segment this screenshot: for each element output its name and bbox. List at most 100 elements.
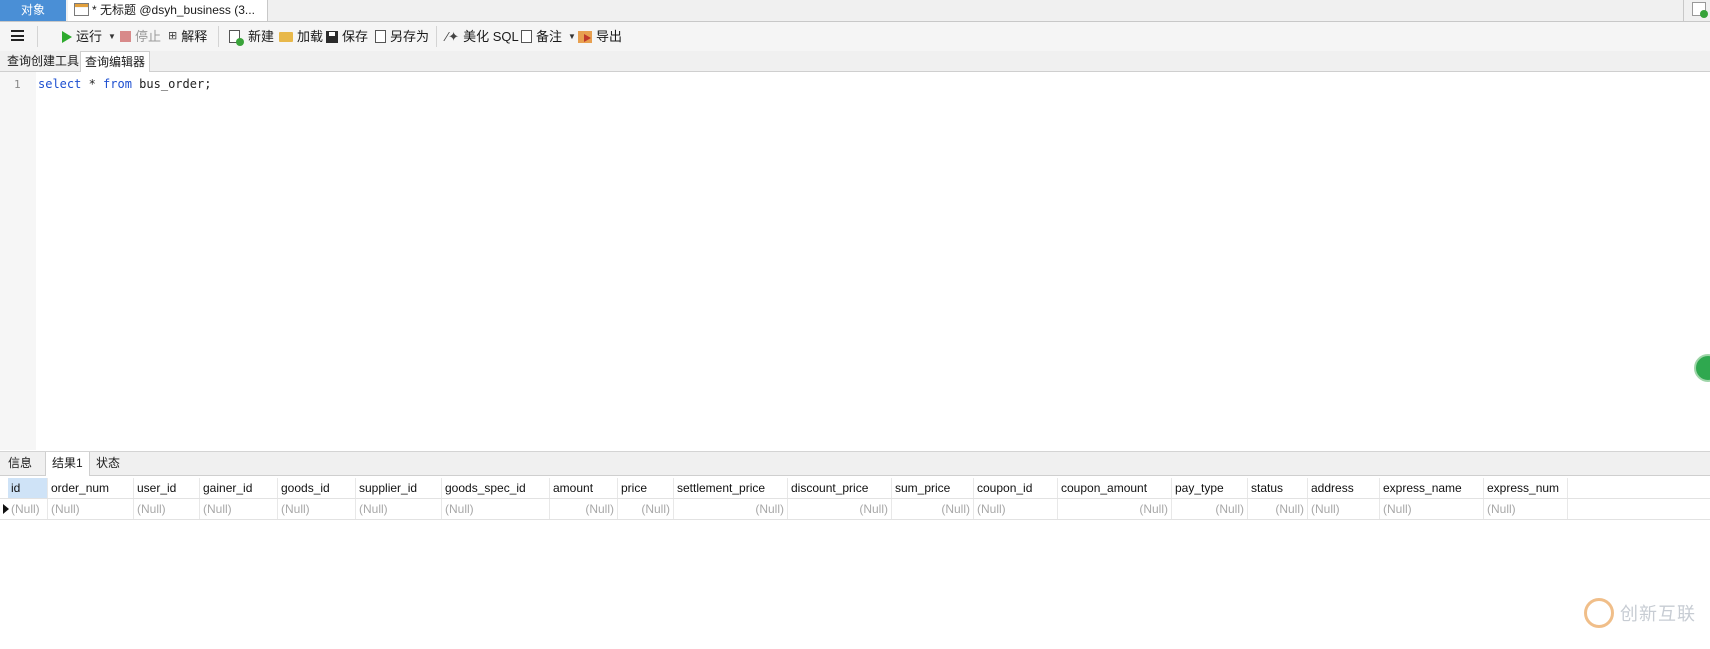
load-label: 加载	[297, 29, 324, 44]
stop-button[interactable]: 停止	[120, 22, 161, 51]
code-table-name: bus_order;	[131, 77, 212, 91]
tab-objects[interactable]: 对象	[0, 0, 66, 21]
column-header-status[interactable]: status	[1248, 478, 1308, 498]
column-header-id[interactable]: id	[8, 478, 48, 498]
cell-coupon-amount[interactable]: (Null)	[1058, 499, 1172, 519]
cell-express-name[interactable]: (Null)	[1380, 499, 1484, 519]
column-header-user-id[interactable]: user_id	[134, 478, 200, 498]
column-header-express-num[interactable]: express_num	[1484, 478, 1568, 498]
comment-icon	[521, 30, 532, 43]
sql-code-line[interactable]: select * from bus_order;	[38, 77, 211, 91]
export-label: 导出	[596, 29, 623, 44]
cell-status[interactable]: (Null)	[1248, 499, 1308, 519]
explain-label: 解释	[181, 29, 208, 44]
watermark-logo-icon	[1584, 598, 1614, 628]
keyword-from: from	[103, 77, 132, 91]
explain-icon: ⊞	[168, 30, 178, 42]
toolbar-separator	[436, 26, 437, 47]
line-number: 1	[14, 78, 21, 91]
stop-label: 停止	[135, 29, 162, 44]
tab-result1[interactable]: 结果1	[45, 452, 90, 476]
save-label: 保存	[342, 29, 369, 44]
sql-editor[interactable]: 1 select * from bus_order;	[0, 72, 1710, 450]
toolbar-separator	[218, 26, 219, 47]
column-header-amount[interactable]: amount	[550, 478, 618, 498]
column-header-goods-id[interactable]: goods_id	[278, 478, 356, 498]
comment-dropdown-caret-icon[interactable]: ▼	[568, 22, 576, 51]
column-header-pay-type[interactable]: pay_type	[1172, 478, 1248, 498]
cell-price[interactable]: (Null)	[618, 499, 674, 519]
load-button[interactable]: 加载	[279, 22, 323, 51]
tab-info[interactable]: 信息	[2, 452, 38, 475]
beautify-sql-label: 美化 SQL	[463, 29, 519, 44]
beautify-sql-button[interactable]: ⁄✦ 美化 SQL	[446, 22, 519, 51]
cell-order-num[interactable]: (Null)	[48, 499, 134, 519]
watermark-text: 创新互联	[1620, 604, 1696, 624]
toolbar: 运行 ▼ 停止 ⊞ 解释 新建 加载 保存 另存为 ⁄✦ 美化 SQL 备注 ▼…	[0, 22, 1710, 51]
new-button[interactable]: 新建	[229, 22, 274, 51]
save-as-button[interactable]: 另存为	[375, 22, 429, 51]
watermark: 创新互联	[1584, 595, 1696, 631]
cell-express-num[interactable]: (Null)	[1484, 499, 1568, 519]
code-star: *	[81, 77, 104, 91]
new-connection-icon[interactable]	[1692, 2, 1708, 18]
cell-id[interactable]: (Null)	[8, 499, 48, 519]
cell-pay-type[interactable]: (Null)	[1172, 499, 1248, 519]
save-button[interactable]: 保存	[326, 22, 368, 51]
tab-untitled-query-label: * 无标题 @dsyh_business (3...	[92, 3, 255, 17]
column-header-settlement-price[interactable]: settlement_price	[674, 478, 788, 498]
cell-goods-spec-id[interactable]: (Null)	[442, 499, 550, 519]
document-tab-strip: 对象 * 无标题 @dsyh_business (3...	[0, 0, 1710, 22]
column-header-order-num[interactable]: order_num	[48, 478, 134, 498]
run-dropdown-caret-icon[interactable]: ▼	[108, 22, 116, 51]
table-row[interactable]: (Null) (Null) (Null) (Null) (Null) (Null) (Nul…	[0, 499, 1710, 520]
editor-mode-tabs: 查询创建工具 查询编辑器	[0, 51, 1710, 72]
run-button[interactable]: 运行 ▼	[62, 22, 116, 51]
query-table-icon	[74, 3, 89, 16]
column-header-express-name[interactable]: express_name	[1380, 478, 1484, 498]
column-header-coupon-id[interactable]: coupon_id	[974, 478, 1058, 498]
tab-untitled-query[interactable]: * 无标题 @dsyh_business (3...	[68, 0, 268, 21]
tab-query-editor[interactable]: 查询编辑器	[80, 51, 151, 72]
column-header-supplier-id[interactable]: supplier_id	[356, 478, 442, 498]
explain-button[interactable]: ⊞ 解释	[168, 22, 207, 51]
save-as-label: 另存为	[390, 29, 430, 44]
tab-query-builder[interactable]: 查询创建工具	[3, 51, 83, 71]
save-as-icon	[375, 30, 386, 43]
toolbar-separator	[37, 26, 38, 47]
result-tabs: 信息 结果1 状态	[0, 451, 1710, 476]
tab-status[interactable]: 状态	[90, 452, 126, 475]
cell-supplier-id[interactable]: (Null)	[356, 499, 442, 519]
column-header-gainer-id[interactable]: gainer_id	[200, 478, 278, 498]
keyword-select: select	[38, 77, 82, 91]
cell-sum-price[interactable]: (Null)	[892, 499, 974, 519]
cell-coupon-id[interactable]: (Null)	[974, 499, 1058, 519]
new-query-icon	[229, 30, 244, 46]
cell-settlement-price[interactable]: (Null)	[674, 499, 788, 519]
cell-address[interactable]: (Null)	[1308, 499, 1380, 519]
folder-icon	[279, 31, 293, 42]
cell-gainer-id[interactable]: (Null)	[200, 499, 278, 519]
floating-assistant-icon[interactable]	[1694, 354, 1710, 382]
run-label: 运行	[76, 29, 103, 44]
column-header-price[interactable]: price	[618, 478, 674, 498]
cell-discount-price[interactable]: (Null)	[788, 499, 892, 519]
stop-icon	[120, 31, 131, 42]
hamburger-menu-icon[interactable]	[11, 30, 24, 41]
column-header-goods-spec-id[interactable]: goods_spec_id	[442, 478, 550, 498]
grid-header-row: id order_num user_id gainer_id goods_id suppl…	[0, 478, 1710, 499]
cell-user-id[interactable]: (Null)	[134, 499, 200, 519]
cell-goods-id[interactable]: (Null)	[278, 499, 356, 519]
comment-button[interactable]: 备注 ▼	[521, 22, 576, 51]
line-number-gutter: 1	[0, 72, 36, 450]
result-grid[interactable]: id order_num user_id gainer_id goods_id suppl…	[0, 478, 1710, 520]
export-button[interactable]: 导出	[578, 22, 622, 51]
new-label: 新建	[248, 29, 275, 44]
column-header-coupon-amount[interactable]: coupon_amount	[1058, 478, 1172, 498]
column-header-address[interactable]: address	[1308, 478, 1380, 498]
column-header-discount-price[interactable]: discount_price	[788, 478, 892, 498]
cell-amount[interactable]: (Null)	[550, 499, 618, 519]
magic-wand-icon: ⁄✦	[446, 29, 460, 44]
save-icon	[326, 30, 338, 43]
column-header-sum-price[interactable]: sum_price	[892, 478, 974, 498]
